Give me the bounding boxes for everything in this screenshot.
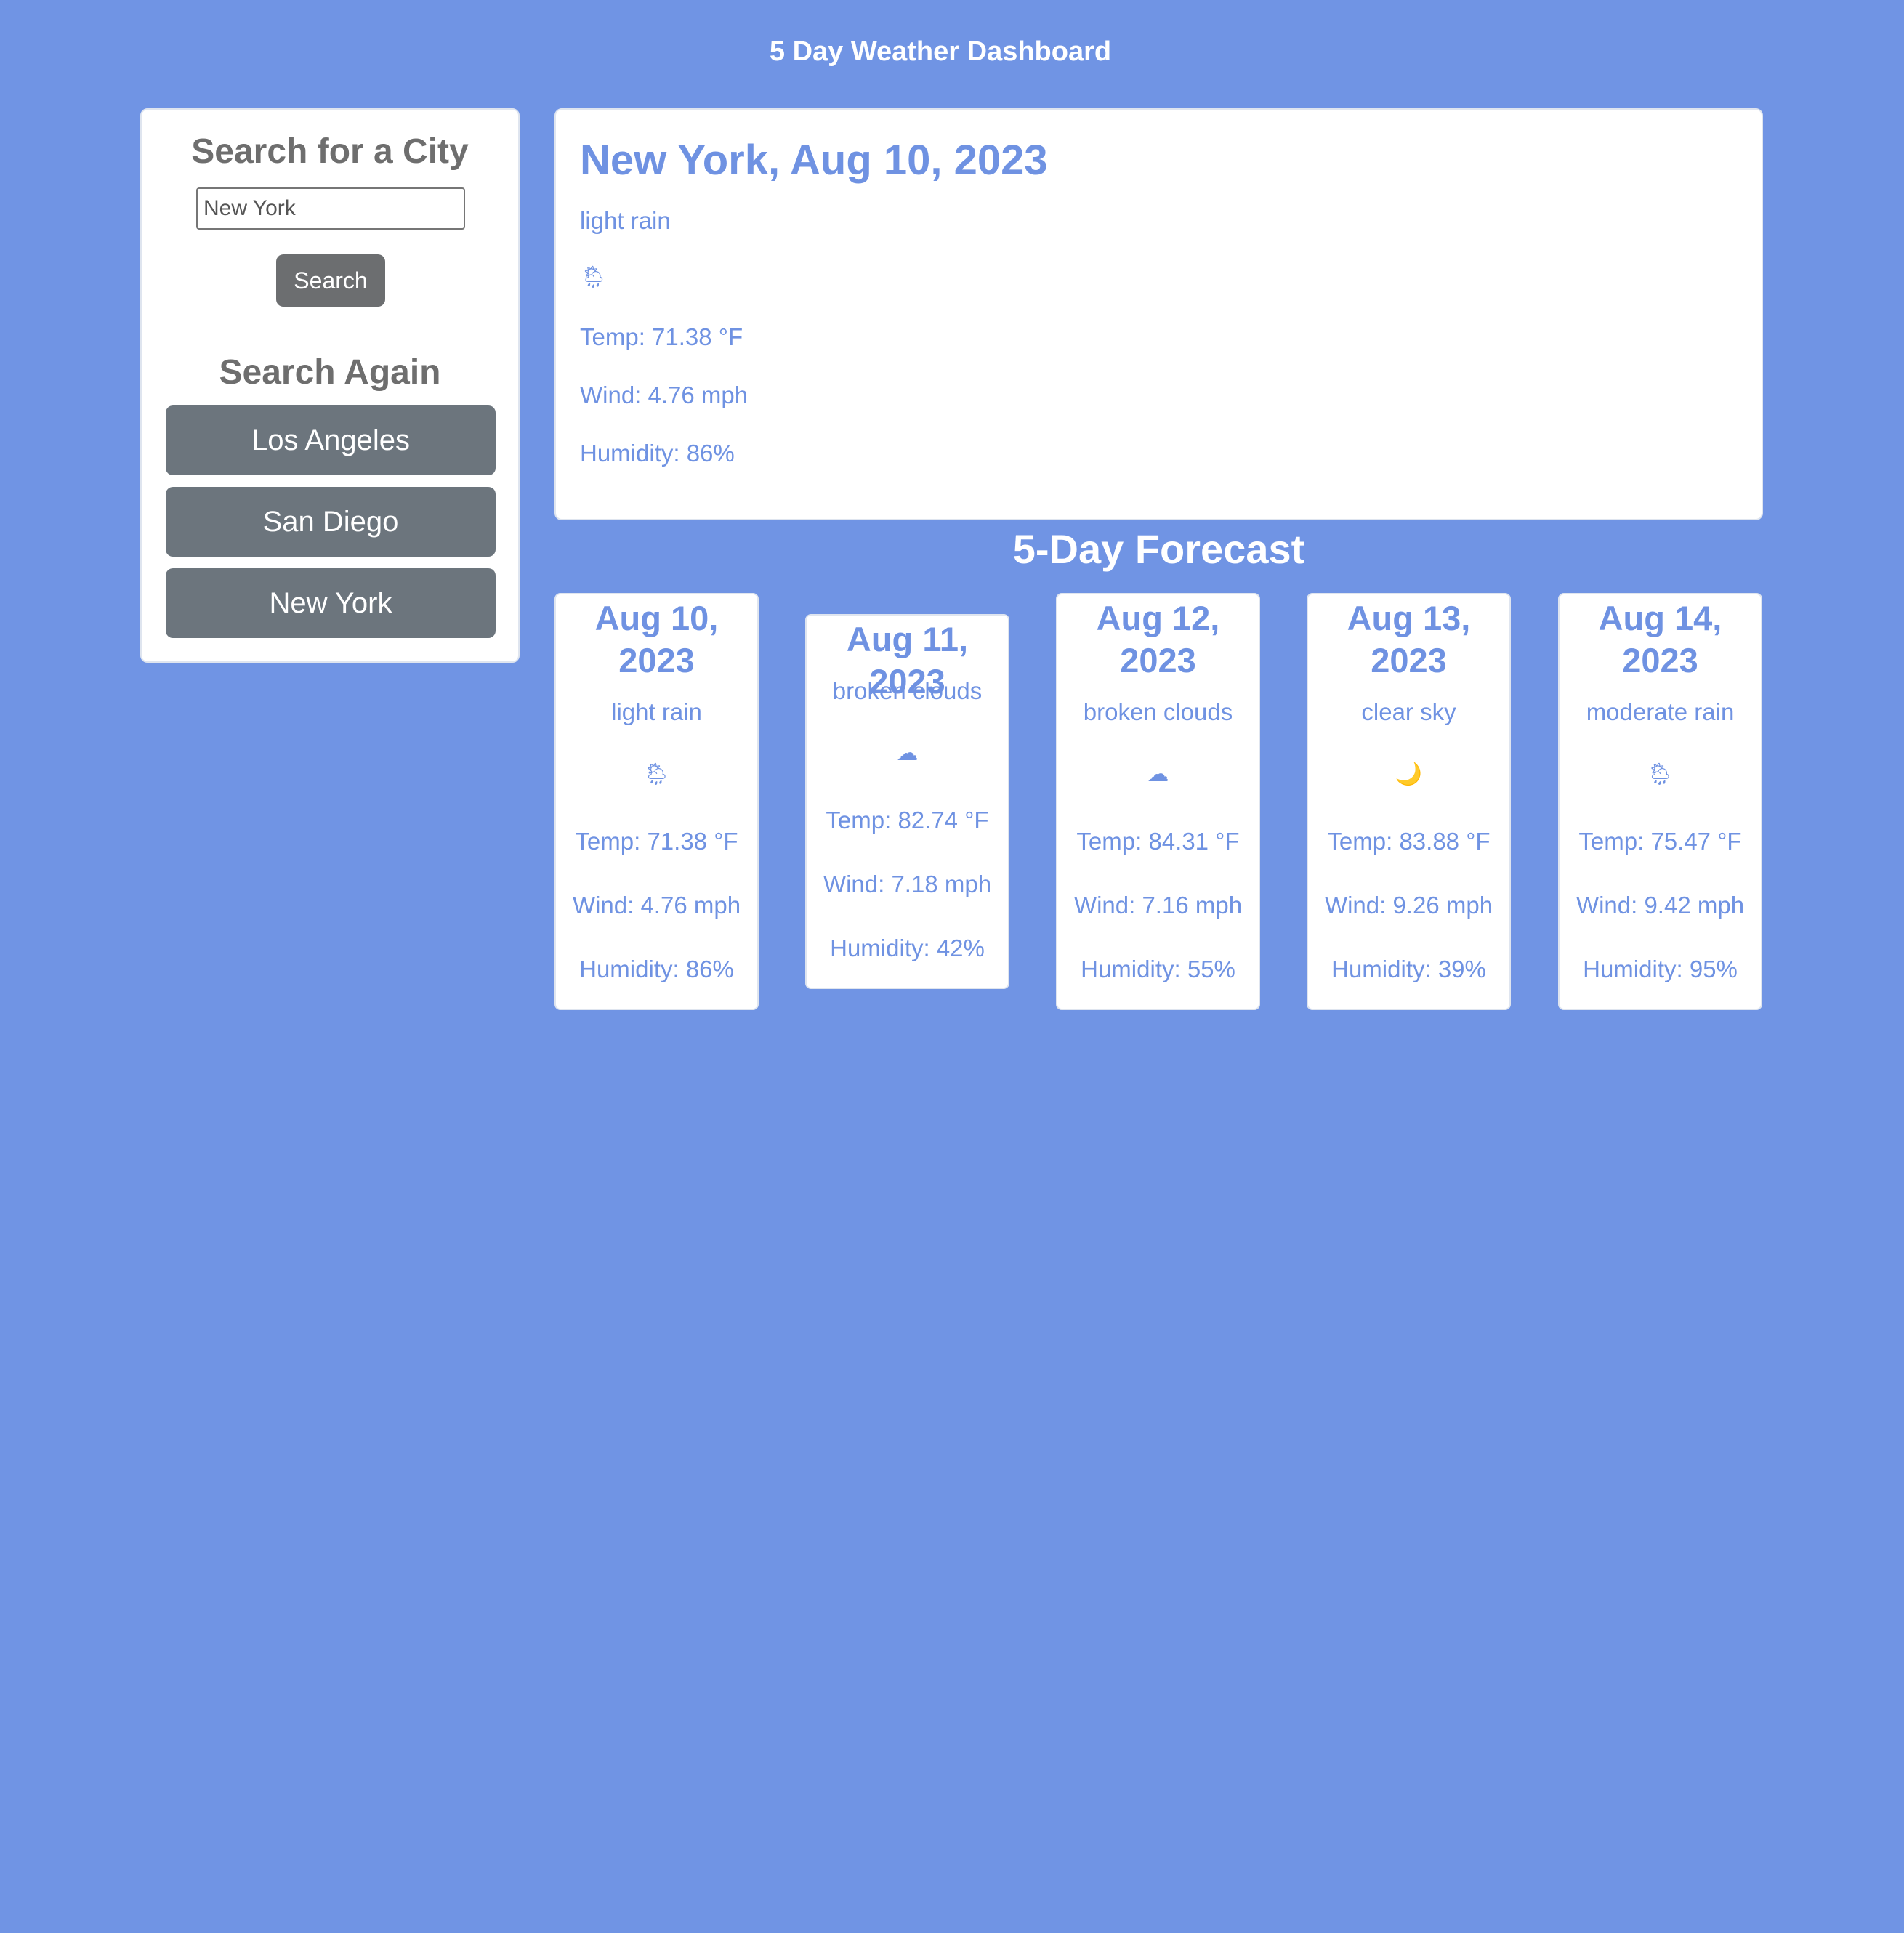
forecast-description: light rain: [611, 698, 702, 725]
forecast-card: Aug 13, 2023 clear sky 🌙 Temp: 83.88 °F …: [1307, 593, 1511, 1010]
search-again-title: Search Again: [219, 353, 441, 392]
current-temp: Temp: 71.38 °F: [580, 323, 743, 350]
cloud-icon: ☁: [1147, 762, 1169, 786]
current-weather-panel: New York, Aug 10, 2023 light rain 🌦 Temp…: [554, 108, 1763, 520]
forecast-description: broken clouds: [1083, 698, 1233, 725]
forecast-card: Aug 12, 2023 broken clouds ☁ Temp: 84.31…: [1056, 593, 1260, 1010]
current-city-date: New York, Aug 10, 2023: [580, 137, 1048, 184]
forecast-wind: Wind: 9.42 mph: [1576, 892, 1745, 919]
forecast-description: broken clouds: [832, 677, 983, 704]
cloud-icon: ☁: [896, 741, 919, 765]
forecast-title: 5-Day Forecast: [1012, 526, 1305, 572]
search-panel: Search for a City Search Search Again Lo…: [140, 108, 520, 663]
forecast-description: clear sky: [1361, 698, 1456, 725]
forecast-description: moderate rain: [1586, 698, 1735, 725]
forecast-card: Aug 11, 2023 broken clouds ☁ Temp: 82.74…: [805, 614, 1009, 989]
forecast-date: Aug 14, 2023: [1598, 599, 1722, 679]
page-title: 5 Day Weather Dashboard: [769, 36, 1112, 67]
search-input[interactable]: [196, 187, 465, 230]
forecast-temp: Temp: 75.47 °F: [1578, 828, 1742, 855]
history-button-los-angeles[interactable]: Los Angeles: [166, 405, 496, 475]
forecast-temp: Temp: 71.38 °F: [575, 828, 738, 855]
forecast-wind: Wind: 9.26 mph: [1324, 892, 1493, 919]
crescent-moon-icon: 🌙: [1395, 762, 1423, 786]
current-wind: Wind: 4.76 mph: [580, 382, 749, 408]
rain-cloud-sun-icon: 🌦: [642, 762, 671, 786]
history-button-new-york[interactable]: New York: [166, 568, 496, 638]
current-humidity: Humidity: 86%: [580, 440, 735, 467]
forecast-date: Aug 13, 2023: [1347, 599, 1471, 679]
forecast-date: Aug 12, 2023: [1096, 599, 1220, 679]
forecast-humidity: Humidity: 95%: [1583, 956, 1738, 982]
forecast-humidity: Humidity: 39%: [1331, 956, 1486, 982]
forecast-temp: Temp: 82.74 °F: [826, 807, 989, 834]
current-description: light rain: [580, 207, 671, 234]
search-title: Search for a City: [191, 132, 469, 171]
search-button[interactable]: Search: [276, 254, 385, 307]
history-button-san-diego[interactable]: San Diego: [166, 487, 496, 557]
forecast-wind: Wind: 7.18 mph: [823, 871, 992, 897]
forecast-card: Aug 14, 2023 moderate rain 🌦 Temp: 75.47…: [1558, 593, 1762, 1010]
forecast-wind: Wind: 4.76 mph: [572, 892, 741, 919]
rain-cloud-sun-icon: 🌦: [1646, 762, 1674, 786]
forecast-date: Aug 10, 2023: [594, 599, 719, 679]
forecast-humidity: Humidity: 86%: [579, 956, 734, 982]
forecast-humidity: Humidity: 55%: [1081, 956, 1235, 982]
forecast-humidity: Humidity: 42%: [830, 935, 985, 961]
forecast-temp: Temp: 83.88 °F: [1327, 828, 1490, 855]
forecast-wind: Wind: 7.16 mph: [1073, 892, 1243, 919]
forecast-card: Aug 10, 2023 light rain 🌦 Temp: 71.38 °F…: [554, 593, 759, 1010]
rain-cloud-sun-icon: 🌦: [580, 265, 608, 289]
forecast-temp: Temp: 84.31 °F: [1076, 828, 1240, 855]
